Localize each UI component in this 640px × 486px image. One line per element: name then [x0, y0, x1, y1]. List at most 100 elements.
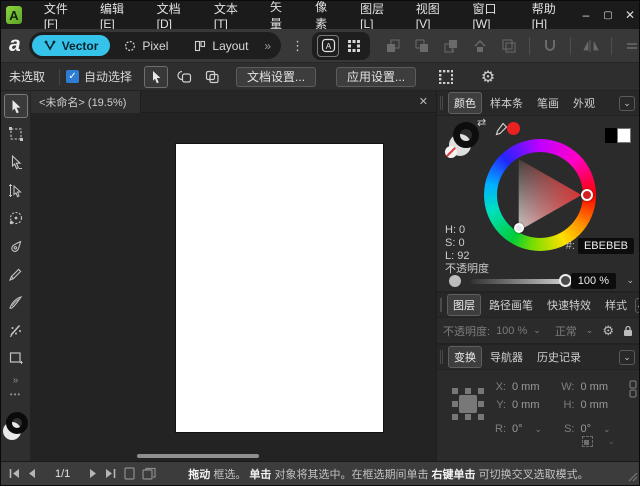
kebab-dots-icon[interactable]: ⋮: [291, 38, 304, 54]
sampled-color-chip[interactable]: [507, 122, 520, 135]
vector-persona-button[interactable]: Vector: [32, 35, 111, 56]
opacity-value-field[interactable]: 100 %: [571, 273, 616, 289]
tab-swatches[interactable]: 样本条: [484, 92, 529, 114]
pixel-persona-button[interactable]: Pixel: [112, 35, 180, 56]
tab-vector-brushes[interactable]: 路径画笔: [483, 294, 539, 316]
single-page-icon[interactable]: [124, 467, 135, 480]
document-settings-button[interactable]: 文档设置...: [236, 67, 316, 87]
cursor-mode-button[interactable]: [144, 66, 168, 88]
blend-mode-select[interactable]: 正常: [555, 323, 577, 339]
h-field-value[interactable]: 0 mm: [581, 399, 609, 411]
opacity-chevron-icon[interactable]: ⌄: [626, 275, 634, 286]
chevron-down-icon[interactable]: ⌄: [533, 325, 541, 336]
character-badge-button[interactable]: A: [317, 35, 339, 57]
arrange-to-back-icon[interactable]: [384, 37, 402, 55]
tab-layers[interactable]: 图层: [447, 294, 481, 316]
window-resize-grip[interactable]: [628, 472, 638, 482]
lock-icon[interactable]: [623, 325, 633, 337]
tab-color[interactable]: 颜色: [448, 92, 482, 114]
color-wheel[interactable]: [484, 139, 596, 251]
previous-page-button[interactable]: [24, 466, 39, 482]
s-field-value[interactable]: 0°: [581, 423, 592, 435]
node-tool-button[interactable]: [4, 150, 28, 174]
flip-icon[interactable]: [582, 37, 600, 55]
transform-mode-icon[interactable]: [623, 37, 640, 55]
arrange-to-front-icon[interactable]: [471, 37, 489, 55]
close-button[interactable]: ✕: [619, 4, 640, 26]
tool-color-wells[interactable]: [3, 412, 29, 442]
tab-navigator[interactable]: 导航器: [484, 346, 529, 368]
chevron-down-icon[interactable]: ⌄: [586, 325, 594, 336]
black-white-swatch-toggle[interactable]: [605, 128, 631, 143]
corner-tool-button[interactable]: [4, 206, 28, 230]
stroke-color-circle[interactable]: [453, 122, 479, 148]
pen-tool-button[interactable]: [4, 234, 28, 258]
vector-brush-tool-button[interactable]: [4, 290, 28, 314]
app-settings-button[interactable]: 应用设置...: [336, 67, 416, 87]
select-copies-button[interactable]: [200, 66, 224, 88]
pencil-tool-button[interactable]: [4, 262, 28, 286]
stroke-color-well[interactable]: [6, 412, 28, 434]
aspect-link-icon[interactable]: [627, 380, 639, 398]
y-field-value[interactable]: 0 mm: [512, 399, 540, 411]
eyedropper-icon[interactable]: [494, 122, 508, 139]
settings-gear-button[interactable]: ⚙: [476, 66, 500, 88]
maximize-button[interactable]: ▢: [597, 4, 619, 26]
layout-persona-button[interactable]: Layout: [182, 35, 260, 56]
swap-colors-icon[interactable]: ⇄: [477, 116, 486, 129]
rectangle-tool-icon: [8, 350, 24, 366]
transform-panel-collapse-button[interactable]: ⌄: [619, 350, 635, 365]
hex-input[interactable]: EBEBEB: [578, 238, 634, 254]
arrange-backward-icon[interactable]: [413, 37, 431, 55]
tools-more-icon[interactable]: •••: [10, 390, 21, 400]
arrange-forward-icon[interactable]: [442, 37, 460, 55]
facing-pages-icon[interactable]: [142, 467, 156, 480]
select-shapes-button[interactable]: [172, 66, 196, 88]
opacity-slider-track[interactable]: [471, 279, 567, 284]
auto-select-checkbox[interactable]: ✓: [66, 70, 79, 83]
tab-transform[interactable]: 变换: [448, 346, 482, 368]
grid-options-button[interactable]: [434, 66, 458, 88]
tab-history[interactable]: 历史记录: [531, 346, 587, 368]
duplicate-icon[interactable]: [500, 37, 518, 55]
r-field-value[interactable]: 0°: [512, 423, 523, 435]
x-field-value[interactable]: 0 mm: [512, 381, 540, 393]
color-panel-collapse-button[interactable]: ⌄: [619, 96, 635, 111]
last-page-button[interactable]: [103, 466, 118, 482]
panel-drag-grip[interactable]: [440, 298, 442, 312]
hue-selector-handle[interactable]: [581, 189, 593, 201]
tools-overflow-chevron-icon[interactable]: »: [13, 376, 19, 386]
persona-overflow-chevron-icon[interactable]: »: [262, 39, 273, 53]
horizontal-scrollbar[interactable]: [137, 454, 259, 458]
document-tab[interactable]: <未命名> (19.5%): [31, 91, 141, 113]
triangle-selector-handle[interactable]: [514, 223, 524, 233]
w-field-value[interactable]: 0 mm: [581, 381, 609, 393]
snapping-icon[interactable]: [541, 37, 559, 55]
anchor-point-selector[interactable]: [451, 387, 485, 421]
layer-opacity-value[interactable]: 100 %: [496, 325, 527, 337]
transform-origin-control[interactable]: ⌄: [582, 436, 615, 447]
layers-panel-collapse-button[interactable]: ⌄: [635, 298, 640, 313]
artboard-tool-icon: [8, 126, 24, 142]
canvas-viewport[interactable]: [31, 113, 436, 461]
tab-styles[interactable]: 样式: [599, 294, 633, 316]
minimize-button[interactable]: –: [575, 4, 597, 26]
contour-tool-button[interactable]: [4, 178, 28, 202]
panel-drag-grip[interactable]: [440, 96, 443, 110]
tab-fx[interactable]: 快速特效: [541, 294, 597, 316]
rectangle-tool-button[interactable]: [4, 346, 28, 370]
layer-settings-gear-icon[interactable]: ⚙: [602, 323, 614, 339]
opacity-swatch[interactable]: [449, 275, 461, 287]
tab-close-icon[interactable]: ✕: [411, 95, 436, 108]
tab-stroke[interactable]: 笔画: [531, 92, 565, 114]
tab-appearance[interactable]: 外观: [567, 92, 601, 114]
panel-drag-grip[interactable]: [440, 350, 443, 364]
toolbar-divider: [611, 37, 612, 55]
paint-brush-tool-button[interactable]: [4, 318, 28, 342]
artboard-tool-button[interactable]: [4, 122, 28, 146]
document-page[interactable]: [176, 144, 383, 432]
grid-toggle-button[interactable]: [343, 35, 365, 57]
first-page-button[interactable]: [7, 466, 22, 482]
next-page-button[interactable]: [86, 466, 101, 482]
move-tool-button[interactable]: [4, 94, 28, 118]
